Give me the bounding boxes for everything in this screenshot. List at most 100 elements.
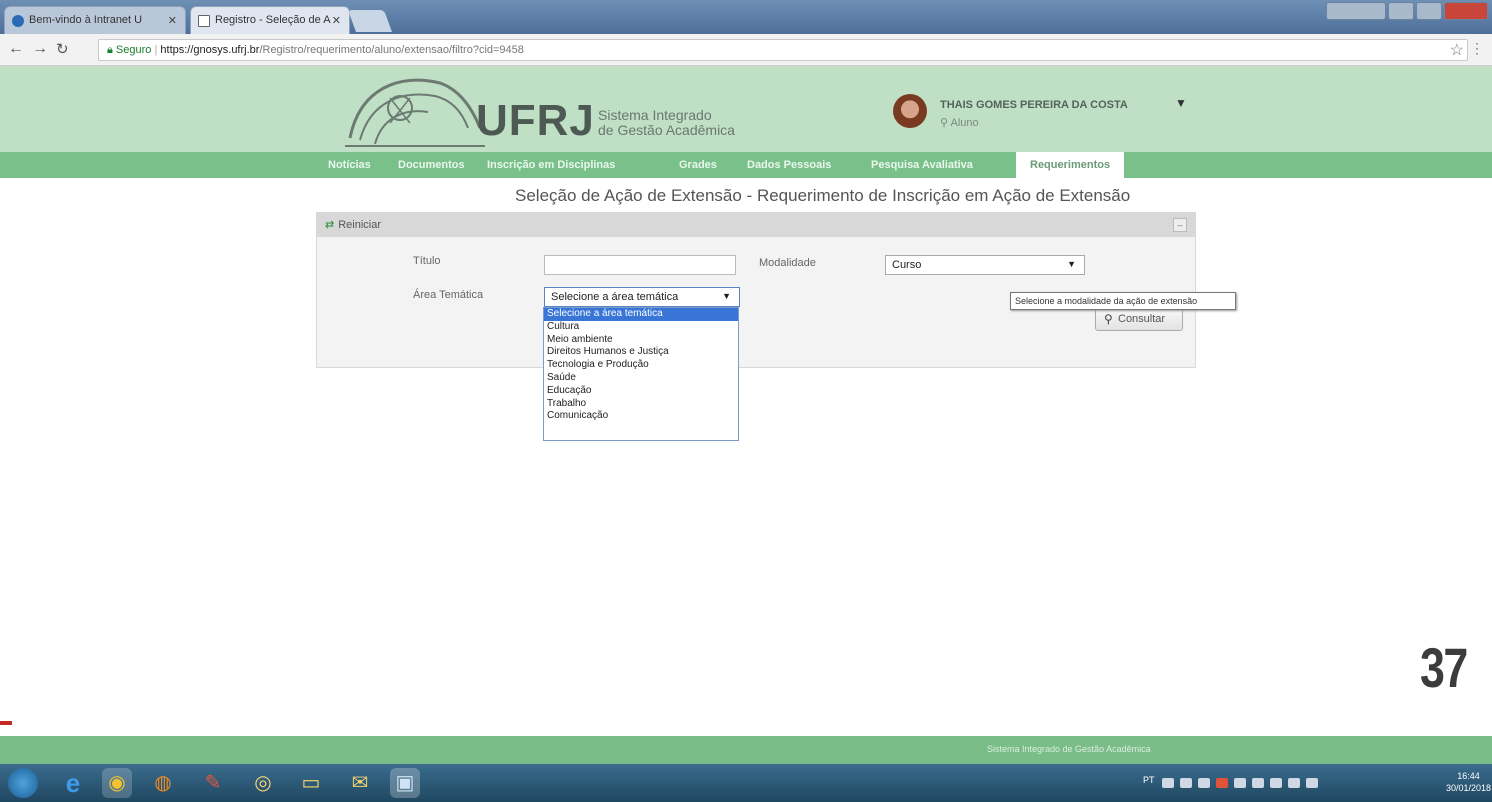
area-option-direitos-humanos[interactable]: Direitos Humanos e Justiça: [544, 346, 738, 359]
clock-date: 30/01/2018: [1446, 783, 1492, 793]
main-content: Seleção de Ação de Extensão - Requerimen…: [0, 178, 1492, 736]
brand-subtitle: Sistema Integrado de Gestão Acadêmica: [598, 108, 735, 138]
filter-panel-header: ⇄ Reiniciar –: [317, 213, 1195, 237]
brand-name: UFRJ: [476, 96, 595, 145]
url-host: https://gnosys.ufrj.br: [160, 44, 260, 56]
nav-item-pesquisa[interactable]: Pesquisa Avaliativa: [871, 159, 973, 171]
filter-panel: ⇄ Reiniciar – Título Modalidade Curso ▼ Á…: [316, 212, 1196, 368]
area-option-trabalho[interactable]: Trabalho: [544, 398, 738, 411]
area-option-comunicacao[interactable]: Comunicação: [544, 410, 738, 423]
network-icon[interactable]: [1198, 778, 1210, 788]
area-option-saude[interactable]: Saúde: [544, 372, 738, 385]
area-tematica-select[interactable]: Selecione a área temática ▼: [544, 287, 740, 307]
consultar-button[interactable]: ⚲ Consultar: [1095, 307, 1183, 331]
titulo-label: Título: [413, 255, 441, 267]
caret-down-icon[interactable]: ▼: [1175, 96, 1187, 110]
close-window-button[interactable]: [1444, 2, 1488, 20]
firefox-icon[interactable]: ◍: [148, 768, 178, 798]
url-path: /Registro/requerimento/aluno/extensao/fi…: [259, 44, 524, 56]
tray-arrow-icon[interactable]: [1180, 778, 1192, 788]
address-bar: ← → ↻ 🔒︎ Seguro | https://gnosys.ufrj.br…: [0, 34, 1492, 66]
minimize-button[interactable]: [1388, 2, 1414, 20]
url-input[interactable]: 🔒︎ Seguro | https://gnosys.ufrj.br/Regis…: [98, 39, 1468, 61]
modalidade-tooltip: Selecione a modalidade da ação de extens…: [1010, 292, 1236, 310]
start-button-icon[interactable]: [8, 768, 38, 798]
area-option-meio-ambiente[interactable]: Meio ambiente: [544, 334, 738, 347]
user-role-label: Aluno: [950, 117, 979, 129]
refresh-icon: ⇄: [325, 219, 335, 231]
windows-taskbar: e ◉ ◍ ✎ ◎ ▭ ✉ ▣ PT 16:44 30/01/2018: [0, 764, 1492, 802]
forward-arrow-icon[interactable]: →: [32, 40, 48, 58]
keyboard-icon[interactable]: [1162, 778, 1174, 788]
browser-tab-bar: Bem-vindo à Intranet U ✕ Registro - Sele…: [0, 0, 1492, 34]
mail-icon[interactable]: ✉: [345, 768, 375, 798]
system-tray: [1162, 776, 1424, 790]
titulo-input[interactable]: [544, 255, 736, 275]
area-tematica-dropdown-list: Selecione a área temática Cultura Meio a…: [543, 307, 739, 441]
reset-button[interactable]: ⇄ Reiniciar: [325, 218, 381, 231]
menu-kebab-icon[interactable]: ⋮: [1470, 40, 1484, 57]
site-footer: Sistema Integrado de Gestão Acadêmica: [0, 736, 1492, 764]
area-option-cultura[interactable]: Cultura: [544, 321, 738, 334]
user-icon: ⚲: [940, 117, 951, 129]
nav-item-documentos[interactable]: Documentos: [398, 159, 465, 171]
folder-icon[interactable]: ▭: [296, 768, 326, 798]
search-icon: ⚲: [1104, 312, 1113, 326]
area-option-selecione[interactable]: Selecione a área temática: [544, 308, 738, 321]
media-icon[interactable]: ◎: [248, 768, 278, 798]
globe-icon: [12, 15, 24, 27]
reset-label: Reiniciar: [338, 219, 382, 231]
tab-label: Bem-vindo à Intranet U: [29, 14, 143, 26]
nav-item-inscricao[interactable]: Inscrição em Disciplinas: [487, 159, 615, 171]
nav-item-requerimentos[interactable]: Requerimentos: [1016, 152, 1125, 178]
chevron-down-icon: ▼: [1067, 259, 1076, 269]
chrome-icon[interactable]: ◉: [102, 768, 132, 798]
window-controls: [1308, 2, 1488, 22]
clock-time: 16:44: [1457, 771, 1480, 781]
tray-language[interactable]: PT: [1143, 775, 1155, 785]
lock-icon: 🔒︎: [107, 44, 113, 56]
flag-icon[interactable]: [1288, 778, 1300, 788]
new-tab-button[interactable]: [347, 10, 393, 32]
modalidade-selected: Curso: [892, 259, 922, 271]
modalidade-select[interactable]: Curso ▼: [885, 255, 1085, 275]
avatar[interactable]: [893, 94, 927, 128]
close-tab-icon[interactable]: ✕: [332, 14, 341, 27]
clock[interactable]: 16:44 30/01/2018: [1446, 770, 1491, 794]
back-arrow-icon[interactable]: ←: [8, 40, 24, 58]
antivirus-icon[interactable]: [1216, 778, 1228, 788]
area-tematica-label: Área Temática: [413, 289, 484, 301]
red-accent-bar: [0, 721, 12, 725]
app-icon[interactable]: ✎: [198, 768, 228, 798]
brand-subtitle-line1: Sistema Integrado: [598, 107, 712, 123]
consultar-label: Consultar: [1118, 313, 1166, 325]
bookmark-star-icon[interactable]: ☆: [1450, 40, 1464, 60]
notification-icon[interactable]: [1306, 778, 1318, 788]
secure-label: Seguro: [115, 44, 152, 56]
browser-tab-intranet[interactable]: Bem-vindo à Intranet U ✕: [4, 6, 186, 34]
user-name[interactable]: THAIS GOMES PEREIRA DA COSTA: [940, 99, 1128, 111]
window-icon[interactable]: ▣: [390, 768, 420, 798]
area-option-tecnologia[interactable]: Tecnologia e Produção: [544, 359, 738, 372]
battery-icon[interactable]: [1234, 778, 1246, 788]
area-option-educacao[interactable]: Educação: [544, 385, 738, 398]
ufrj-crest-logo: [345, 78, 485, 147]
maximize-button[interactable]: [1416, 2, 1442, 20]
internet-explorer-icon[interactable]: e: [58, 768, 88, 798]
footer-text: Sistema Integrado de Gestão Acadêmica: [987, 744, 1151, 754]
document-icon: [198, 15, 210, 27]
modalidade-label: Modalidade: [759, 257, 816, 269]
browser-tab-registro[interactable]: Registro - Seleção de A ✕: [190, 6, 350, 34]
signal-icon[interactable]: [1252, 778, 1264, 788]
tab-label: Registro - Seleção de A: [215, 14, 331, 26]
nav-item-dados-pessoais[interactable]: Dados Pessoais: [747, 159, 831, 171]
window-title-area: [1326, 2, 1386, 20]
area-tematica-selected: Selecione a área temática: [551, 291, 679, 303]
nav-item-noticias[interactable]: Notícias: [328, 159, 371, 171]
volume-icon[interactable]: [1270, 778, 1282, 788]
reload-icon[interactable]: ↻: [56, 40, 69, 58]
collapse-icon[interactable]: –: [1173, 218, 1187, 232]
close-tab-icon[interactable]: ✕: [168, 14, 177, 27]
user-role: ⚲ Aluno: [940, 116, 979, 129]
nav-item-grades[interactable]: Grades: [679, 159, 717, 171]
